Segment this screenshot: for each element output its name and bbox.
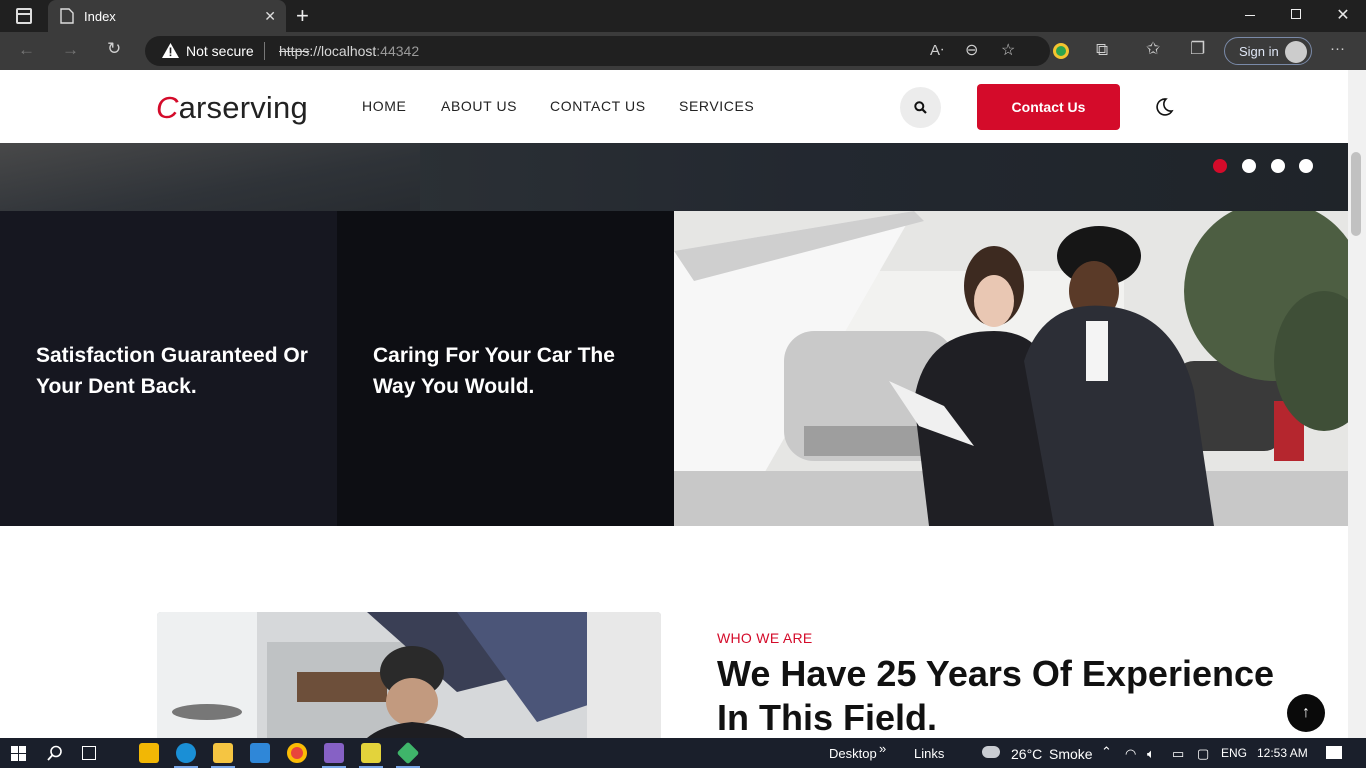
feature-card: Satisfaction Guaranteed Or Your Dent Bac…	[0, 211, 337, 526]
volume-icon[interactable]: 🔈︎	[1147, 746, 1155, 762]
logo-text: arserving	[178, 90, 308, 125]
clock[interactable]: 12:53 AM	[1257, 746, 1308, 760]
url-scheme: https	[279, 43, 310, 59]
nav-services[interactable]: SERVICES	[679, 98, 754, 114]
meet-now-icon[interactable]: ▢	[1197, 746, 1209, 762]
url-port: :44342	[376, 43, 420, 59]
url-text: https://localhost:44342	[279, 43, 419, 59]
site-logo[interactable]: Carserving	[156, 90, 308, 126]
wifi-icon[interactable]: ◠	[1125, 746, 1136, 762]
visual-studio-icon[interactable]	[324, 743, 344, 763]
extensions-icon[interactable]: ⧉	[1096, 40, 1108, 60]
minimize-icon[interactable]	[1227, 6, 1273, 16]
slider-dot[interactable]	[1242, 159, 1256, 173]
weather-temperature[interactable]: 26°C	[1011, 746, 1042, 762]
back-to-top-button[interactable]: ↑	[1287, 694, 1325, 732]
search-button[interactable]	[900, 87, 941, 128]
close-window-icon[interactable]: ✕	[1320, 5, 1366, 25]
profile-avatar-icon	[1285, 41, 1307, 63]
git-tool-icon[interactable]	[396, 741, 420, 765]
notifications-icon[interactable]	[1326, 746, 1342, 759]
site-header: Carserving HOME ABOUT US CONTACT US SERV…	[0, 70, 1348, 143]
slider-dot[interactable]	[1299, 159, 1313, 173]
search-icon	[914, 101, 927, 114]
sticky-notes-icon[interactable]	[361, 743, 381, 763]
showroom-illustration	[674, 211, 1348, 526]
feature-title: Caring For Your Car The Way You Would.	[373, 344, 615, 398]
nav-about-us[interactable]: ABOUT US	[441, 98, 517, 114]
weather-condition[interactable]: Smoke	[1049, 746, 1093, 762]
section-eyebrow: WHO WE ARE	[717, 630, 813, 646]
hero-backdrop	[0, 143, 420, 211]
edge-icon[interactable]	[176, 743, 196, 763]
store-icon[interactable]	[139, 743, 159, 763]
section-headline: We Have 25 Years Of Experience In This F…	[717, 653, 1275, 738]
sign-in-button[interactable]: Sign in	[1224, 37, 1312, 65]
zoom-icon[interactable]: ⊖	[965, 40, 978, 60]
toolbar-overflow-icon[interactable]: »	[879, 741, 886, 756]
chrome-icon[interactable]	[287, 743, 307, 763]
refresh-icon[interactable]: ↻	[107, 39, 121, 59]
address-bar[interactable]: Not secure https://localhost:44342 Aᐧ ⊖ …	[145, 36, 1050, 66]
tab-close-icon[interactable]: ✕	[264, 8, 276, 25]
links-toolbar[interactable]: Links	[914, 746, 944, 761]
taskbar-search-icon[interactable]	[47, 745, 63, 761]
slider-dot[interactable]	[1213, 159, 1227, 173]
read-aloud-icon[interactable]: Aᐧ	[930, 41, 944, 59]
windows-start-icon[interactable]	[11, 746, 26, 761]
tray-chevron-icon[interactable]: ⌃	[1101, 744, 1112, 760]
forward-icon[interactable]: →	[62, 40, 79, 60]
battery-icon[interactable]: ▭	[1172, 746, 1184, 762]
url-host: ://localhost	[309, 43, 377, 59]
hero-slider	[0, 143, 1348, 211]
sign-in-label: Sign in	[1239, 44, 1279, 59]
file-explorer-icon[interactable]	[213, 743, 233, 763]
add-favorite-icon[interactable]: ☆	[1001, 40, 1015, 60]
tab-title: Index	[84, 9, 116, 24]
web-page: Carserving HOME ABOUT US CONTACT US SERV…	[0, 70, 1348, 738]
feature-card: Caring For Your Car The Way You Would.	[337, 211, 674, 526]
not-secure-label: Not secure	[186, 43, 254, 59]
nav-contact-us[interactable]: CONTACT US	[550, 98, 646, 114]
address-divider	[264, 42, 265, 60]
contact-us-button[interactable]: Contact Us	[977, 84, 1120, 130]
tab-actions-icon[interactable]	[16, 8, 32, 24]
browser-title-bar: Index ✕ + ✕	[0, 0, 1366, 32]
page-icon	[60, 8, 74, 24]
favorites-icon[interactable]: ✩	[1146, 39, 1160, 59]
new-tab-button[interactable]: +	[296, 3, 309, 29]
nav-home[interactable]: HOME	[362, 98, 406, 114]
language-indicator[interactable]: ENG	[1221, 746, 1247, 760]
task-view-icon[interactable]	[82, 746, 96, 760]
desktop-toolbar[interactable]: Desktop	[829, 746, 877, 761]
mechanic-illustration	[157, 612, 661, 738]
windows-taskbar: Desktop » Links 26°C Smoke ⌃ ◠ 🔈︎ ▭ ▢ EN…	[0, 738, 1366, 768]
collections-icon[interactable]: ❐	[1190, 39, 1205, 59]
warning-icon	[162, 43, 179, 58]
extension-bulb-icon[interactable]	[1053, 43, 1069, 59]
settings-more-icon[interactable]: ···	[1330, 40, 1345, 57]
browser-toolbar: ← → ↻ Not secure https://localhost:44342…	[0, 32, 1366, 70]
logo-initial: C	[156, 90, 179, 125]
restore-icon[interactable]	[1273, 6, 1319, 19]
feature-title: Satisfaction Guaranteed Or Your Dent Bac…	[36, 344, 308, 398]
slider-dot[interactable]	[1271, 159, 1285, 173]
mechanic-photo	[157, 612, 661, 738]
mail-icon[interactable]	[250, 743, 270, 763]
back-icon[interactable]: ←	[18, 40, 35, 60]
weather-icon[interactable]	[982, 746, 1000, 758]
dark-mode-toggle-icon[interactable]	[1154, 97, 1174, 117]
showroom-photo	[674, 211, 1348, 526]
browser-tab[interactable]: Index ✕	[48, 0, 286, 32]
scrollbar-thumb[interactable]	[1351, 152, 1361, 236]
